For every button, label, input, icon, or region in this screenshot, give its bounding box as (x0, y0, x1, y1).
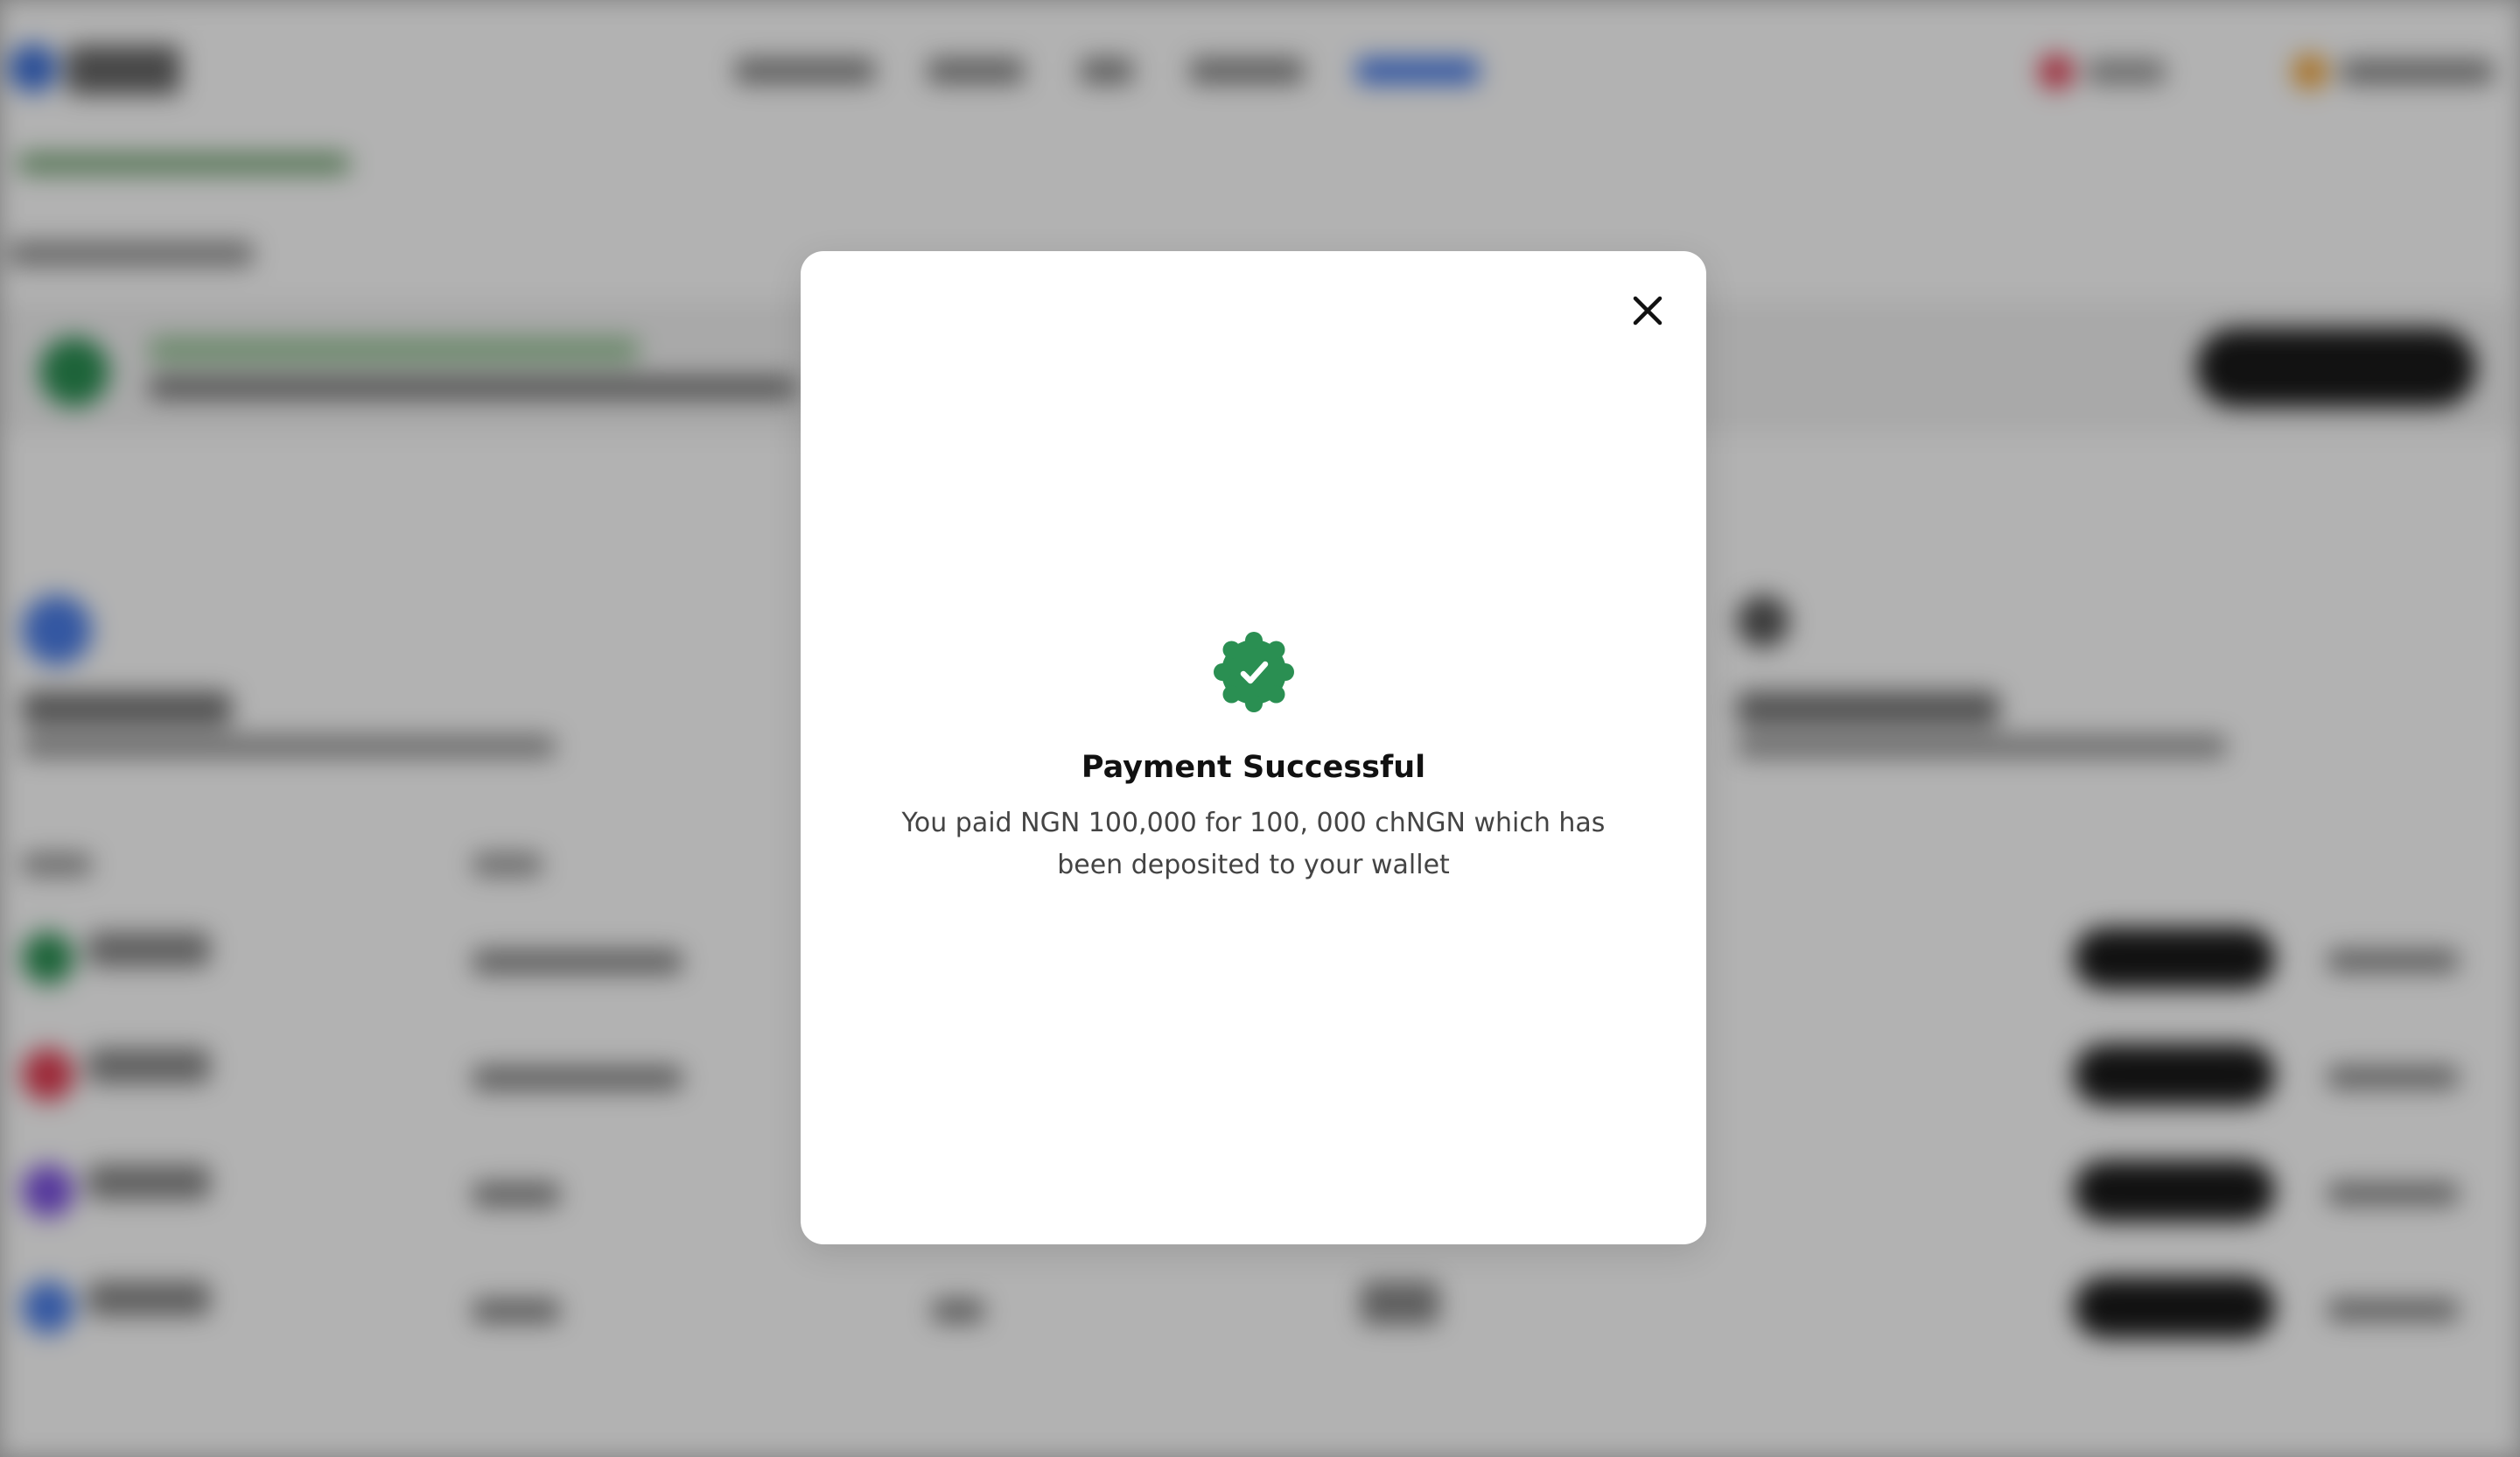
close-icon (1633, 296, 1662, 326)
payment-success-modal: Payment Successful You paid NGN 100,000 … (801, 251, 1706, 1244)
modal-message: You paid NGN 100,000 for 100, 000 chNGN … (901, 808, 1606, 880)
verified-check-badge-icon (1212, 630, 1296, 714)
modal-title: Payment Successful (1081, 750, 1426, 785)
close-button[interactable] (1623, 286, 1672, 335)
